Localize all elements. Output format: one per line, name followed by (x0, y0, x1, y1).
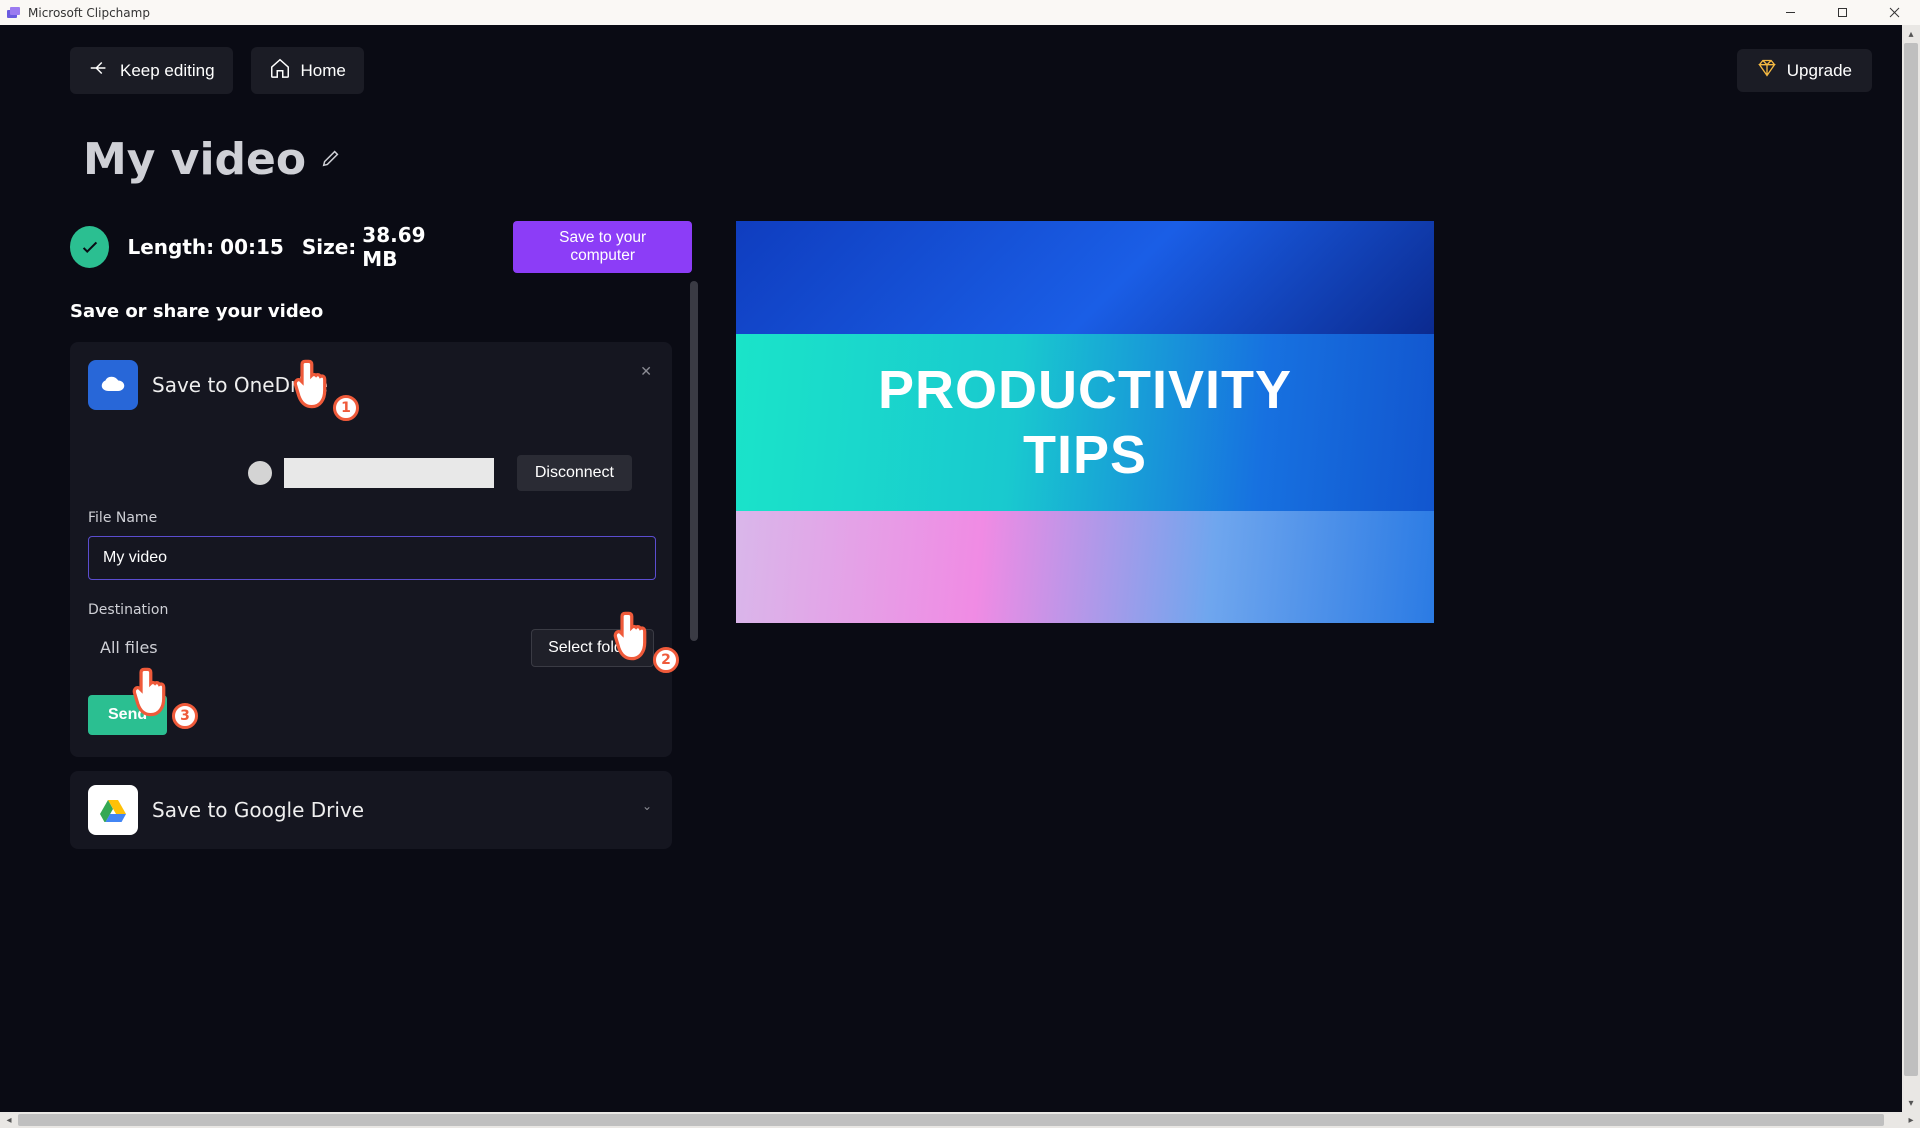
destination-label: Destination (88, 602, 654, 618)
share-list-scrollbar[interactable] (690, 281, 698, 641)
window-maximize-button[interactable] (1816, 0, 1868, 25)
destination-value: All files (88, 628, 519, 667)
onedrive-card: Save to OneDrive ✕ Disconnect File Name … (70, 342, 672, 757)
scroll-down-icon[interactable]: ▾ (1902, 1094, 1920, 1112)
length-label: Length: (127, 235, 214, 259)
page-horizontal-scrollbar[interactable]: ◂ ▸ (0, 1112, 1920, 1128)
filename-label: File Name (88, 510, 654, 526)
google-drive-icon (88, 785, 138, 835)
window-titlebar: Microsoft Clipchamp (0, 0, 1920, 25)
scroll-right-icon[interactable]: ▸ (1902, 1112, 1920, 1128)
send-button[interactable]: Send (88, 695, 167, 735)
video-preview-thumbnail: PRODUCTIVITYTIPS (736, 221, 1434, 623)
home-label: Home (301, 61, 346, 81)
window-title: Microsoft Clipchamp (28, 6, 150, 20)
status-check-icon (70, 226, 109, 268)
top-actions-bar: Keep editing Home Upgrade (0, 25, 1902, 94)
page-vertical-scrollbar[interactable]: ▴ ▾ (1902, 25, 1920, 1112)
tutorial-badge-3: 3 (172, 703, 198, 729)
horizontal-scroll-thumb[interactable] (18, 1114, 1884, 1126)
app-icon (6, 5, 22, 21)
save-to-computer-button[interactable]: Save to your computer (513, 221, 692, 273)
size-label: Size: (302, 235, 356, 259)
tutorial-badge-2: 2 (653, 647, 679, 673)
export-status-row: Length: 00:15 Size: 38.69 MB Save to you… (70, 221, 692, 273)
google-drive-title: Save to Google Drive (152, 798, 364, 822)
onedrive-icon (88, 360, 138, 410)
length-value: 00:15 (220, 235, 284, 259)
google-drive-card[interactable]: Save to Google Drive ⌄ (70, 771, 672, 849)
preview-title-text: PRODUCTIVITYTIPS (878, 358, 1292, 488)
keep-editing-label: Keep editing (120, 61, 215, 81)
app-main: Keep editing Home Upgrade My video (0, 25, 1902, 1112)
page-title: My video (83, 134, 306, 185)
account-name-redacted (284, 458, 494, 488)
upgrade-label: Upgrade (1787, 61, 1852, 81)
filename-input[interactable] (88, 536, 656, 580)
home-button[interactable]: Home (251, 47, 364, 94)
keep-editing-button[interactable]: Keep editing (70, 47, 233, 94)
onedrive-collapse-button[interactable]: ✕ (640, 364, 652, 380)
share-heading: Save or share your video (70, 301, 692, 322)
select-folder-button[interactable]: Select folder (531, 629, 654, 667)
diamond-icon (1757, 59, 1777, 82)
account-avatar-icon (248, 461, 272, 485)
scroll-up-icon[interactable]: ▴ (1902, 25, 1920, 43)
vertical-scroll-thumb[interactable] (1904, 43, 1918, 1076)
arrow-left-icon (88, 57, 110, 84)
chevron-down-icon: ⌄ (642, 799, 652, 813)
tutorial-badge-1: 1 (333, 395, 359, 421)
window-close-button[interactable] (1868, 0, 1920, 25)
size-value: 38.69 MB (362, 223, 461, 271)
window-minimize-button[interactable] (1764, 0, 1816, 25)
home-icon (269, 57, 291, 84)
onedrive-title: Save to OneDrive (152, 373, 328, 397)
edit-title-button[interactable] (320, 147, 342, 173)
disconnect-button[interactable]: Disconnect (517, 455, 632, 491)
scroll-left-icon[interactable]: ◂ (0, 1112, 18, 1128)
upgrade-button[interactable]: Upgrade (1737, 49, 1872, 92)
